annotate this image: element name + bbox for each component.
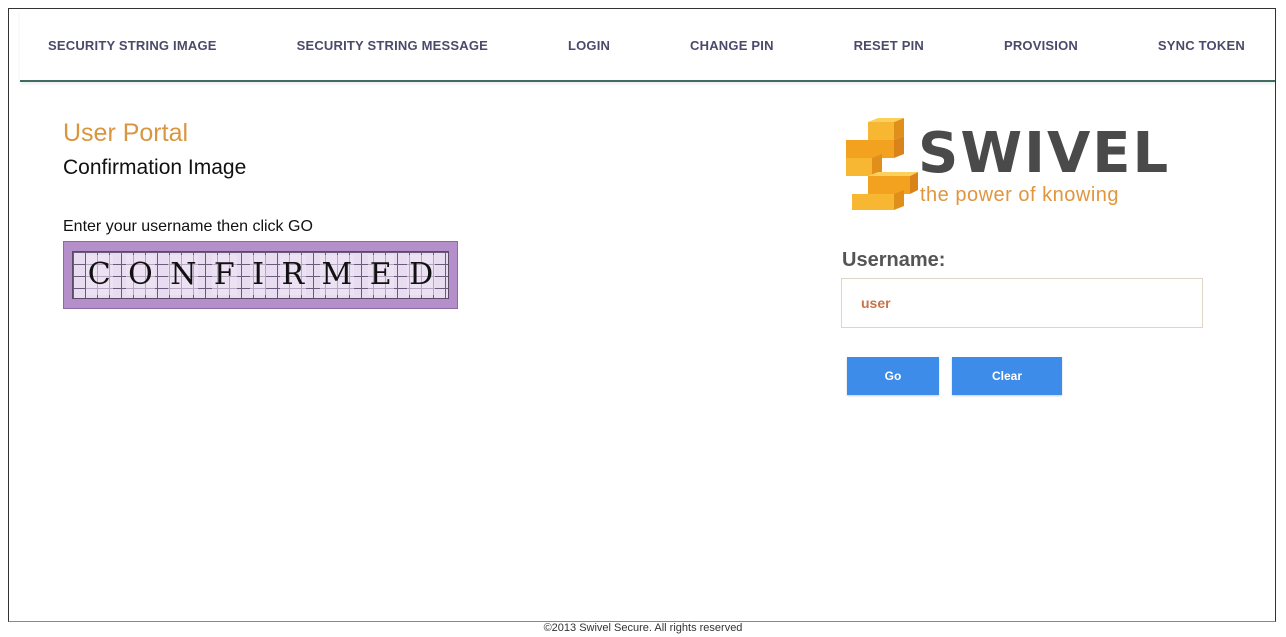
instruction-text: Enter your username then click GO (63, 218, 313, 235)
swivel-cube-icon (846, 118, 918, 210)
captcha-char: C (85, 255, 113, 295)
go-button[interactable]: Go (847, 357, 939, 395)
logo-wordmark: SWIVEL (918, 121, 1171, 186)
swivel-logo: SWIVEL the power of knowing (838, 118, 1178, 214)
top-nav: SECURITY STRING IMAGE SECURITY STRING ME… (20, 10, 1275, 82)
footer-copyright: ©2013 Swivel Secure. All rights reserved (543, 622, 743, 634)
captcha-char: O (126, 255, 155, 295)
captcha-char: M (319, 255, 355, 295)
captcha-char: I (250, 255, 267, 295)
nav-sync-token[interactable]: SYNC TOKEN (1158, 38, 1245, 53)
nav-login[interactable]: LOGIN (568, 38, 610, 53)
captcha-char: D (407, 255, 436, 295)
captcha-char: E (367, 255, 394, 295)
confirmation-image-grid: C O N F I R M E D (72, 251, 449, 299)
nav-security-string-image[interactable]: SECURITY STRING IMAGE (48, 38, 217, 53)
captcha-char: N (168, 255, 199, 295)
clear-button[interactable]: Clear (952, 357, 1062, 395)
username-label: Username: (842, 249, 946, 271)
page-subtitle: Confirmation Image (63, 156, 247, 179)
nav-change-pin[interactable]: CHANGE PIN (690, 38, 774, 53)
captcha-char: F (211, 255, 237, 295)
confirmation-image: C O N F I R M E D (63, 241, 458, 309)
username-input[interactable] (841, 278, 1203, 328)
page-title: User Portal (63, 119, 189, 147)
nav-reset-pin[interactable]: RESET PIN (854, 38, 924, 53)
nav-security-string-message[interactable]: SECURITY STRING MESSAGE (297, 38, 488, 53)
captcha-char: R (279, 255, 307, 295)
logo-tagline: the power of knowing (920, 184, 1120, 206)
nav-provision[interactable]: PROVISION (1004, 38, 1078, 53)
